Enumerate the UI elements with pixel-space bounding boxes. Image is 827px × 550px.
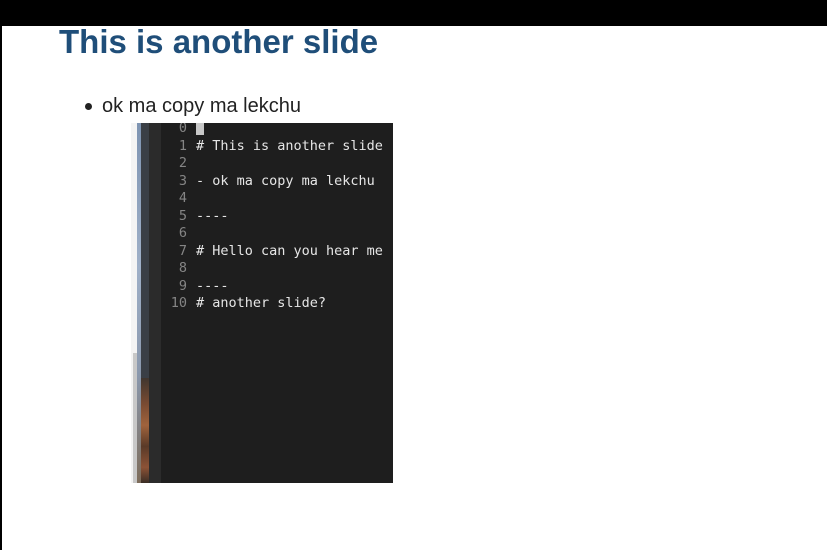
code-line: 6 — [131, 225, 393, 243]
editor-screenshot-image: 0 1 # This is another slide 2 3 - ok ma copy … — [131, 123, 393, 483]
code-line: 2 — [131, 155, 393, 173]
line-text: # another slide? — [196, 295, 327, 311]
line-text: # Hello can you hear me — [196, 242, 383, 259]
line-text: ---- — [196, 277, 229, 294]
line-number: 0 — [178, 123, 187, 136]
line-number: 4 — [178, 190, 187, 206]
slide-title: This is another slide — [59, 23, 379, 60]
line-number: 2 — [178, 155, 187, 171]
code-line: 10 # another slide? — [131, 295, 393, 313]
code-line: 8 — [131, 260, 393, 278]
code-line: 5 ---- — [131, 208, 393, 226]
left-border — [0, 26, 2, 550]
bullet-dot-icon — [85, 103, 92, 110]
line-text: # This is another slide — [196, 137, 383, 154]
line-number: 7 — [178, 242, 187, 259]
line-number: 5 — [178, 207, 187, 224]
line-number: 9 — [178, 277, 187, 294]
text-cursor — [196, 123, 204, 135]
line-number: 8 — [178, 260, 187, 276]
line-text: - ok ma copy ma lekchu — [196, 172, 375, 189]
code-line: 7 # Hello can you hear me — [131, 243, 393, 261]
bullet-text: ok ma copy ma lekchu — [102, 95, 301, 117]
code-line: 1 # This is another slide — [131, 138, 393, 156]
code-line: 3 - ok ma copy ma lekchu — [131, 173, 393, 191]
line-number: 6 — [178, 225, 187, 241]
code-line: 4 — [131, 190, 393, 208]
code-line: 0 — [131, 123, 393, 138]
code-lines: 0 1 # This is another slide 2 3 - ok ma copy … — [131, 123, 393, 483]
line-number: 3 — [178, 172, 187, 189]
line-text: ---- — [196, 207, 229, 224]
bullet-list: ok ma copy ma lekchu — [85, 92, 301, 120]
code-line: 9 ---- — [131, 278, 393, 296]
line-number: 10 — [170, 295, 187, 311]
bullet-item: ok ma copy ma lekchu — [85, 92, 301, 120]
line-number: 1 — [178, 137, 187, 154]
